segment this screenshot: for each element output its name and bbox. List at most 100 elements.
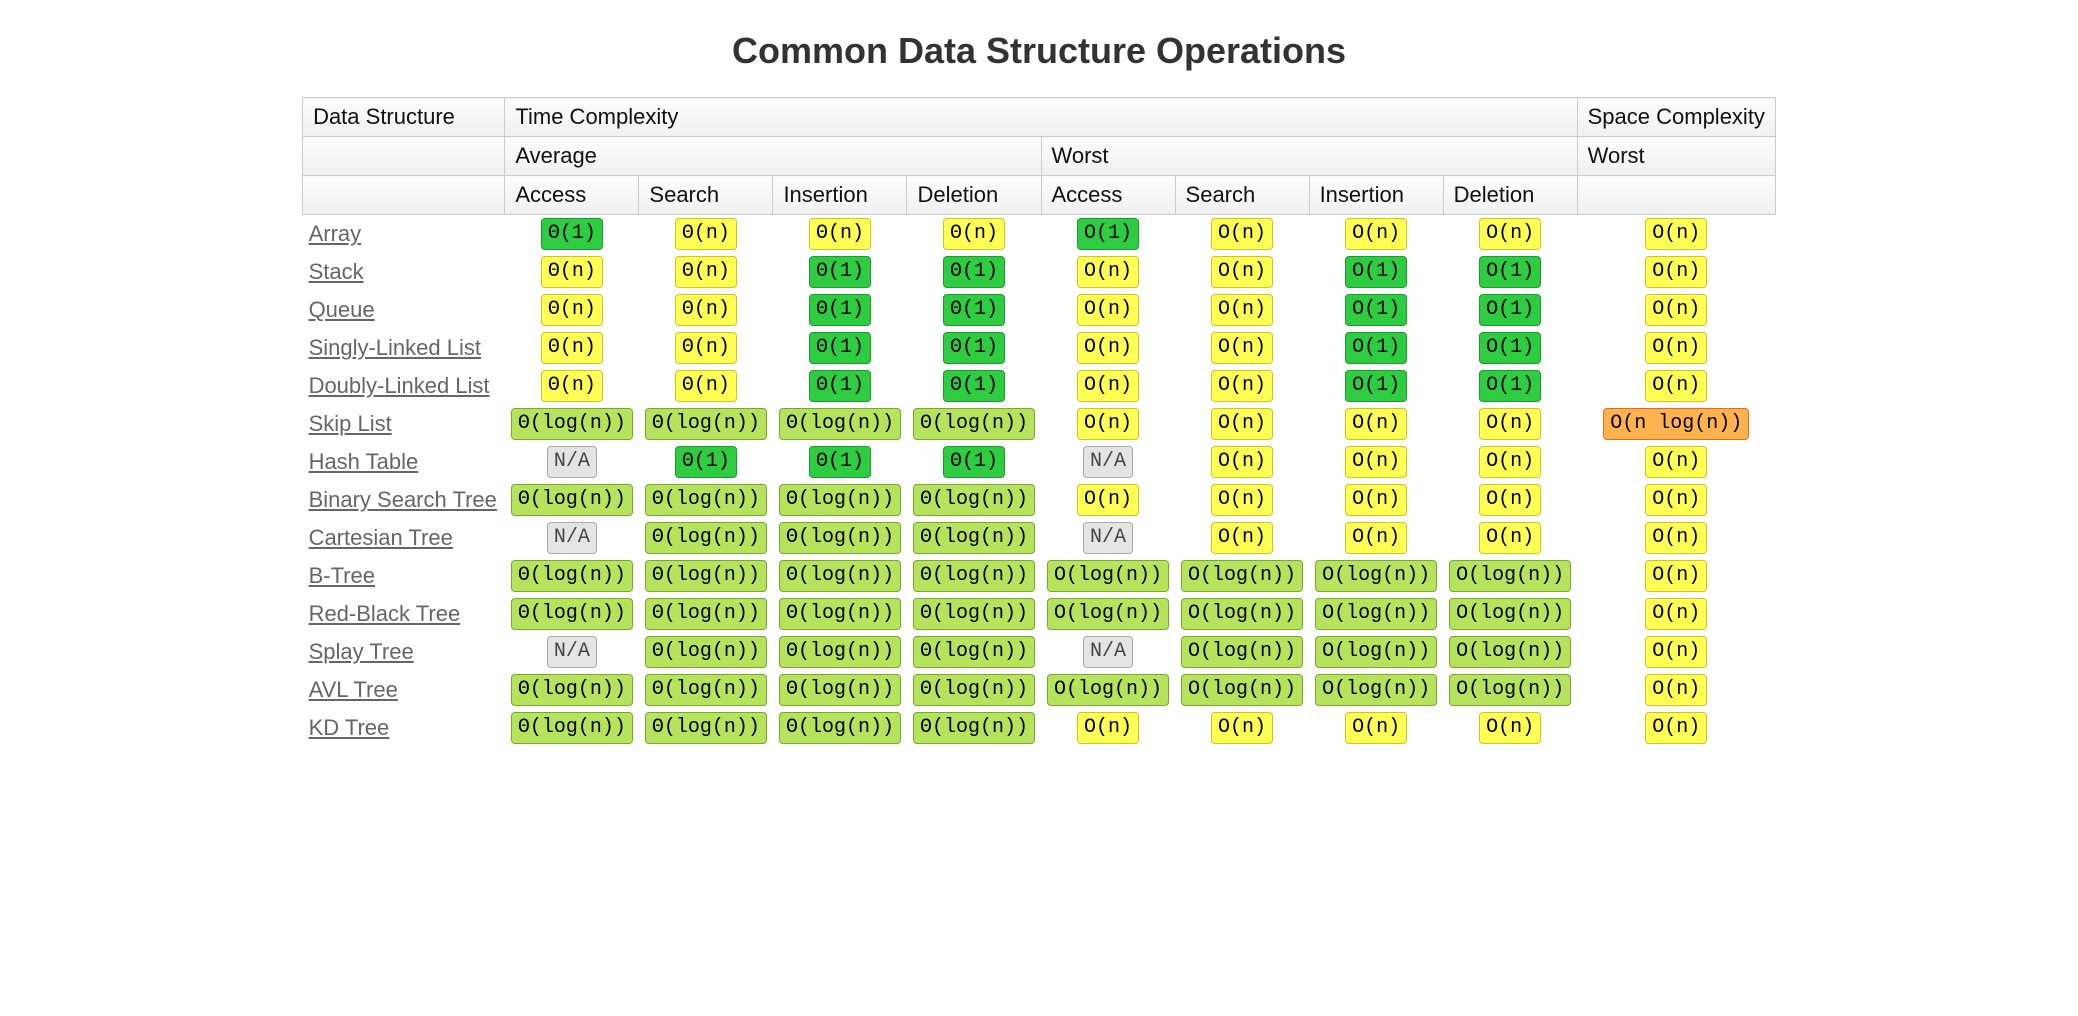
complexity-badge: Θ(n) [943, 218, 1005, 250]
complexity-badge: Θ(log(n)) [913, 712, 1035, 744]
complexity-badge: O(log(n)) [1181, 636, 1303, 668]
complexity-badge: O(n) [1077, 408, 1139, 440]
complexity-badge: O(n) [1645, 636, 1707, 668]
complexity-badge: Θ(log(n)) [779, 408, 901, 440]
complexity-badge: Θ(1) [541, 218, 603, 250]
complexity-badge: O(n) [1479, 712, 1541, 744]
complexity-badge: O(n) [1345, 218, 1407, 250]
data-structure-link[interactable]: Array [309, 221, 362, 246]
data-structure-link[interactable]: KD Tree [309, 715, 390, 740]
complexity-badge: Θ(log(n)) [511, 674, 633, 706]
data-structure-link[interactable]: Cartesian Tree [309, 525, 453, 550]
complexity-badge: O(log(n)) [1315, 598, 1437, 630]
complexity-badge: O(n) [1211, 332, 1273, 364]
complexity-badge: O(1) [1479, 294, 1541, 326]
complexity-badge: O(log(n)) [1449, 598, 1571, 630]
table-row: B-TreeΘ(log(n))Θ(log(n))Θ(log(n))Θ(log(n… [303, 557, 1776, 595]
complexity-badge: O(n) [1645, 598, 1707, 630]
complexity-badge: O(n) [1645, 256, 1707, 288]
data-structure-link[interactable]: Doubly-Linked List [309, 373, 490, 398]
complexity-badge: O(log(n)) [1181, 598, 1303, 630]
complexity-badge: O(n) [1077, 712, 1139, 744]
complexity-badge: O(1) [1345, 294, 1407, 326]
complexity-badge: O(log(n)) [1181, 560, 1303, 592]
data-structure-link[interactable]: Red-Black Tree [309, 601, 461, 626]
complexity-badge: Θ(1) [943, 294, 1005, 326]
complexity-badge: Θ(log(n)) [779, 674, 901, 706]
complexity-badge: Θ(1) [943, 332, 1005, 364]
header-op-search-worst: Search [1175, 176, 1309, 215]
header-worst-space: Worst [1577, 137, 1775, 176]
complexity-badge: O(log(n)) [1449, 636, 1571, 668]
complexity-badge: Θ(log(n)) [913, 522, 1035, 554]
complexity-badge: Θ(n) [675, 332, 737, 364]
complexity-badge: O(log(n)) [1315, 674, 1437, 706]
complexity-badge: O(n) [1479, 218, 1541, 250]
data-structure-link[interactable]: B-Tree [309, 563, 375, 588]
complexity-badge: Θ(log(n)) [511, 560, 633, 592]
complexity-badge: Θ(1) [809, 370, 871, 402]
complexity-badge: Θ(log(n)) [779, 560, 901, 592]
complexity-badge: O(n) [1077, 332, 1139, 364]
complexity-badge: O(log(n)) [1449, 674, 1571, 706]
complexity-badge: Θ(1) [675, 446, 737, 478]
complexity-badge: Θ(log(n)) [645, 522, 767, 554]
complexity-badge: O(n) [1211, 446, 1273, 478]
table-row: Hash TableN/AΘ(1)Θ(1)Θ(1)N/AO(n)O(n)O(n)… [303, 443, 1776, 481]
data-structure-link[interactable]: Splay Tree [309, 639, 414, 664]
header-worst-time: Worst [1041, 137, 1577, 176]
data-structure-link[interactable]: Skip List [309, 411, 392, 436]
complexity-badge: Θ(n) [675, 370, 737, 402]
complexity-badge: O(log(n)) [1449, 560, 1571, 592]
data-structure-link[interactable]: AVL Tree [309, 677, 398, 702]
data-structure-link[interactable]: Binary Search Tree [309, 487, 497, 512]
complexity-badge: Θ(log(n)) [511, 598, 633, 630]
complexity-badge: O(1) [1345, 370, 1407, 402]
complexity-badge: Θ(log(n)) [511, 484, 633, 516]
complexity-badge: Θ(1) [943, 446, 1005, 478]
table-row: AVL TreeΘ(log(n))Θ(log(n))Θ(log(n))Θ(log… [303, 671, 1776, 709]
complexity-badge: Θ(log(n)) [779, 712, 901, 744]
complexity-badge: O(n) [1479, 408, 1541, 440]
complexity-badge: Θ(log(n)) [779, 522, 901, 554]
complexity-badge: O(n) [1345, 484, 1407, 516]
complexity-badge: Θ(n) [809, 218, 871, 250]
complexity-badge: O(log(n)) [1315, 636, 1437, 668]
table-row: Red-Black TreeΘ(log(n))Θ(log(n))Θ(log(n)… [303, 595, 1776, 633]
header-blank [303, 137, 505, 176]
complexity-badge: N/A [547, 446, 597, 478]
complexity-badge: O(1) [1479, 332, 1541, 364]
complexity-badge: Θ(1) [943, 256, 1005, 288]
complexity-badge: O(n) [1645, 218, 1707, 250]
complexity-badge: Θ(log(n)) [779, 636, 901, 668]
complexity-badge: N/A [1083, 446, 1133, 478]
complexity-badge: O(n) [1645, 484, 1707, 516]
complexity-badge: O(n) [1345, 408, 1407, 440]
complexity-badge: O(n) [1645, 332, 1707, 364]
complexity-badge: O(log(n)) [1181, 674, 1303, 706]
header-op-insertion-avg: Insertion [773, 176, 907, 215]
complexity-badge: O(1) [1345, 332, 1407, 364]
complexity-badge: Θ(1) [809, 332, 871, 364]
complexity-badge: Θ(log(n)) [645, 560, 767, 592]
complexity-badge: O(1) [1345, 256, 1407, 288]
complexity-badge: O(n) [1211, 218, 1273, 250]
complexity-badge: O(n) [1077, 294, 1139, 326]
data-structure-link[interactable]: Singly-Linked List [309, 335, 481, 360]
complexity-badge: Θ(log(n)) [645, 636, 767, 668]
data-structure-link[interactable]: Stack [309, 259, 364, 284]
data-structure-link[interactable]: Hash Table [309, 449, 419, 474]
complexity-badge: N/A [1083, 522, 1133, 554]
complexity-badge: Θ(log(n)) [511, 408, 633, 440]
complexity-badge: Θ(log(n)) [645, 598, 767, 630]
header-op-access-avg: Access [505, 176, 639, 215]
complexity-badge: Θ(log(n)) [645, 712, 767, 744]
complexity-badge: O(n) [1645, 674, 1707, 706]
complexity-badge: Θ(1) [809, 256, 871, 288]
complexity-badge: O(1) [1077, 218, 1139, 250]
header-average: Average [505, 137, 1041, 176]
complexity-badge: O(n) [1211, 484, 1273, 516]
complexity-badge: O(log(n)) [1047, 560, 1169, 592]
data-structure-link[interactable]: Queue [309, 297, 375, 322]
table-row: KD TreeΘ(log(n))Θ(log(n))Θ(log(n))Θ(log(… [303, 709, 1776, 747]
